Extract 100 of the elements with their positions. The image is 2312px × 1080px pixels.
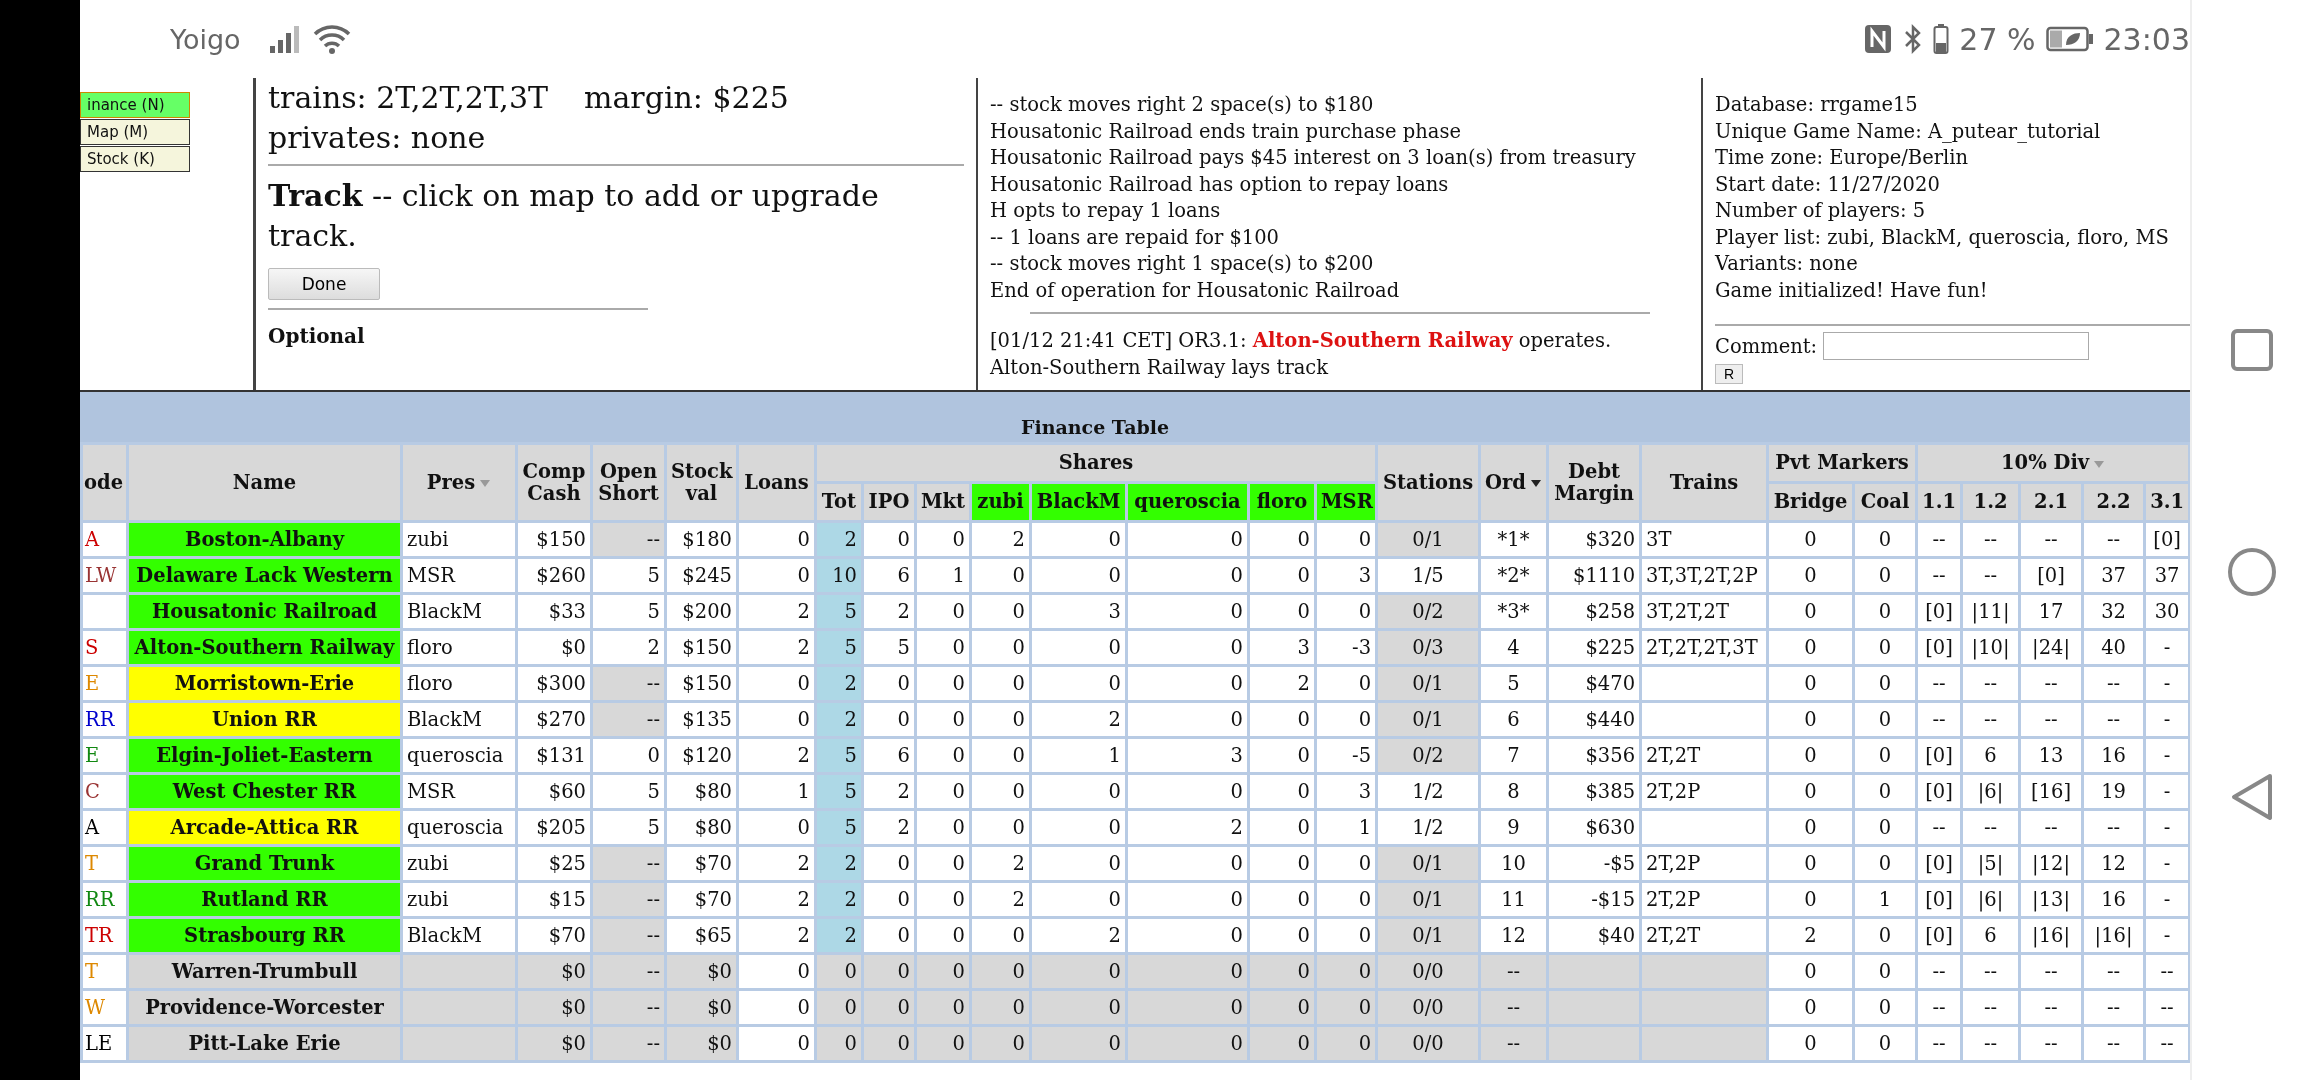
table-cell: -- <box>2019 665 2083 702</box>
table-cell: 0 <box>1126 701 1249 738</box>
table-cell: 0 <box>970 737 1031 774</box>
table-cell: $258 <box>1547 593 1641 630</box>
table-cell: 2 <box>970 845 1031 882</box>
log-line: Housatonic Railroad pays $45 interest on 3 loan(s) from treasury <box>990 145 1637 171</box>
table-cell: [0] <box>1916 629 1962 666</box>
table-cell: 0/0 <box>1376 989 1480 1026</box>
table-cell: -- <box>1916 521 1962 558</box>
company-name-cell[interactable]: Housatonic Railroad <box>127 593 402 630</box>
table-cell: -- <box>2082 989 2145 1026</box>
table-cell: $15 <box>516 881 592 918</box>
table-cell: 3 <box>1030 593 1127 630</box>
table-cell: 0 <box>1853 773 1917 810</box>
table-cell: $260 <box>516 557 592 594</box>
table-cell: 0 <box>1248 881 1316 918</box>
log-line: Alton-Southern Railway lays track <box>990 354 1330 381</box>
company-name-cell[interactable]: Boston-Albany <box>127 521 402 558</box>
table-cell: 0 <box>970 809 1031 846</box>
optional-heading: Optional <box>268 324 366 348</box>
nfc-icon <box>1863 23 1894 55</box>
table-cell: 0 <box>1248 593 1316 630</box>
table-cell: 0 <box>737 701 816 738</box>
table-cell: 0 <box>862 701 916 738</box>
table-cell: 0/0 <box>1376 953 1480 990</box>
column-group-header: Shares <box>815 443 1377 483</box>
table-cell: floro <box>401 629 517 666</box>
recent-apps-icon[interactable] <box>2230 327 2274 372</box>
table-cell: 0/2 <box>1376 737 1480 774</box>
company-name-cell[interactable]: West Chester RR <box>127 773 402 810</box>
column-header: Debt Margin <box>1547 443 1641 522</box>
reply-button[interactable]: R <box>1715 364 1744 384</box>
view-tab[interactable]: inance (N) <box>80 92 190 118</box>
company-name-cell[interactable]: Morristown-Erie <box>127 665 402 702</box>
comment-field[interactable] <box>1823 332 2090 360</box>
table-cell: 0 <box>970 557 1031 594</box>
company-name-cell[interactable]: Strasbourg RR <box>127 917 402 954</box>
table-cell: -- <box>591 989 666 1026</box>
table-cell: -- <box>1479 989 1548 1026</box>
column-header: 3.1 <box>2144 482 2190 522</box>
company-name-cell[interactable]: Union RR <box>127 701 402 738</box>
company-name-cell[interactable]: Arcade-Attica RR <box>127 809 402 846</box>
sort-icon[interactable] <box>1530 478 1542 488</box>
table-cell: RR <box>81 881 128 918</box>
table-cell: -- <box>1479 953 1548 990</box>
table-cell: zubi <box>401 521 517 558</box>
company-name-cell[interactable]: Grand Trunk <box>127 845 402 882</box>
done-button[interactable]: Done <box>268 268 380 300</box>
table-cell: 0 <box>1248 521 1316 558</box>
table-cell: 0 <box>1030 665 1127 702</box>
table-cell: 2T,2P <box>1640 881 1768 918</box>
company-name-cell[interactable]: Rutland RR <box>127 881 402 918</box>
table-cell: $630 <box>1547 809 1641 846</box>
table-cell: 0 <box>1126 881 1249 918</box>
table-cell: $0 <box>516 953 592 990</box>
table-cell: 0 <box>1030 521 1127 558</box>
table-cell: 0 <box>1030 629 1127 666</box>
table-cell: 0 <box>1126 845 1249 882</box>
table-cell: 0 <box>1030 557 1127 594</box>
table-cell: 32 <box>2082 593 2145 630</box>
table-cell: 0 <box>1853 737 1917 774</box>
table-cell: |6| <box>1961 881 2020 918</box>
table-cell: 0 <box>1126 521 1249 558</box>
table-cell: 2 <box>970 521 1031 558</box>
column-header: Coal <box>1853 482 1917 522</box>
company-name-cell[interactable]: Delaware Lack Western <box>127 557 402 594</box>
table-cell: 1 <box>1030 737 1127 774</box>
table-cell: $385 <box>1547 773 1641 810</box>
company-name-cell[interactable]: Alton-Southern Railway <box>127 629 402 666</box>
table-cell: $150 <box>665 665 738 702</box>
table-cell: 0 <box>1767 773 1854 810</box>
table-cell: $150 <box>516 521 592 558</box>
column-header: Bridge <box>1767 482 1854 522</box>
table-cell: -- <box>2019 953 2083 990</box>
log-line: Housatonic Railroad ends train purchase phase <box>990 118 1463 145</box>
view-tab[interactable]: Map (M) <box>80 119 190 145</box>
game-info-line: Unique Game Name: A_putear_tutorial <box>1715 118 2102 145</box>
table-cell: 0 <box>1767 1025 1854 1062</box>
column-header: BlackM <box>1030 482 1127 522</box>
table-cell: MSR <box>401 773 517 810</box>
table-cell: 0 <box>1767 629 1854 666</box>
table-cell: 2T,2T,2T,3T <box>1640 629 1768 666</box>
table-cell: 0/0 <box>1376 1025 1480 1062</box>
table-cell: 2 <box>1767 917 1854 954</box>
table-cell: -- <box>2019 809 2083 846</box>
table-cell: 0 <box>1248 989 1316 1026</box>
home-icon[interactable] <box>2227 547 2277 597</box>
company-name-cell[interactable]: Elgin-Joliet-Eastern <box>127 737 402 774</box>
view-tab[interactable]: Stock (K) <box>80 146 190 172</box>
company-link[interactable]: Alton-Southern Railway <box>1252 329 1513 352</box>
table-cell: 1 <box>1853 881 1917 918</box>
table-cell: 2 <box>970 881 1031 918</box>
table-cell: |6| <box>1961 773 2020 810</box>
table-cell: 2 <box>862 593 916 630</box>
table-cell: 0 <box>1767 593 1854 630</box>
table-cell: 0 <box>862 1025 916 1062</box>
column-header: Loans <box>737 443 816 522</box>
back-icon[interactable] <box>2230 772 2274 823</box>
table-cell: 17 <box>2019 593 2083 630</box>
table-cell: 0 <box>1315 989 1377 1026</box>
